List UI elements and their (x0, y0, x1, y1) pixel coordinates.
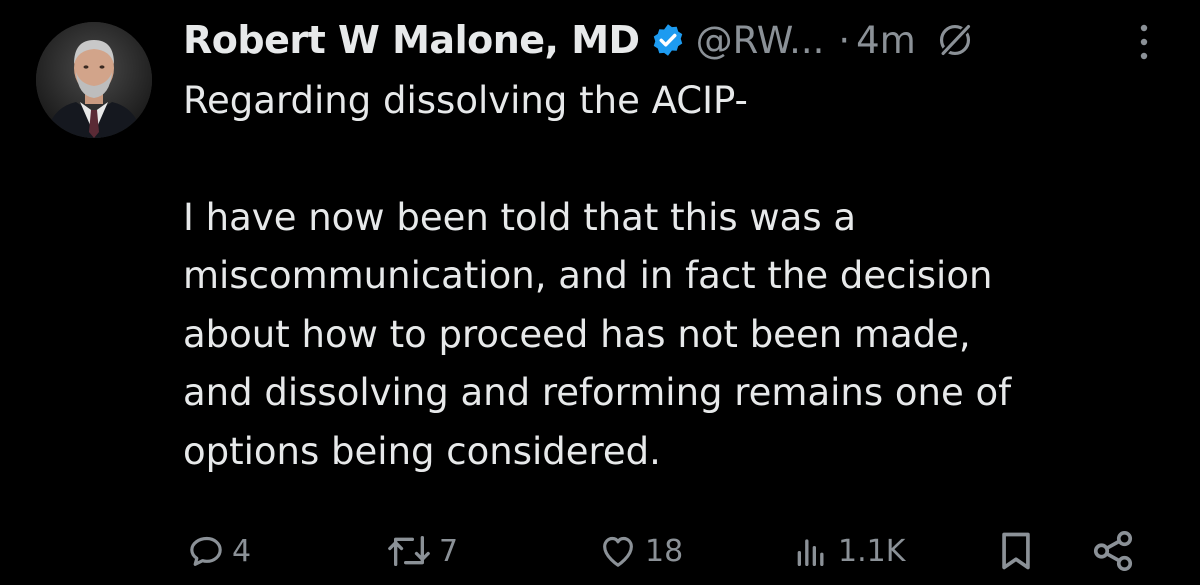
verified-badge-icon[interactable] (650, 22, 686, 58)
view-count: 1.1K (838, 533, 906, 569)
post-header: Robert W Malone, MD @RW... · 4m (183, 12, 974, 68)
share-icon (1093, 530, 1133, 572)
repost-button[interactable]: 7 (385, 524, 458, 578)
avatar-portrait (36, 22, 152, 138)
repost-icon (388, 536, 430, 566)
author-name[interactable]: Robert W Malone, MD (183, 18, 640, 62)
post-text-line: and dissolving and reforming remains one… (183, 371, 1012, 414)
reply-count: 4 (232, 533, 252, 569)
post-timestamp[interactable]: 4m (856, 19, 916, 62)
author-handle[interactable]: @RW... (696, 19, 825, 62)
views-button[interactable]: 1.1K (790, 524, 905, 578)
repost-count: 7 (439, 533, 459, 569)
share-button[interactable] (1090, 524, 1136, 578)
grok-icon[interactable] (936, 21, 974, 59)
post-text-line: about how to proceed has not been made, (183, 312, 971, 356)
views-icon (797, 539, 824, 566)
post-text-line: miscommunication, and in fact the decisi… (183, 254, 993, 297)
heart-icon (603, 536, 633, 567)
action-bar: 4 7 18 1.1K (0, 524, 1200, 578)
reply-button[interactable]: 4 (186, 524, 251, 578)
more-vertical-icon[interactable] (1124, 18, 1164, 66)
post-text-line: I have now been told that this was a (183, 195, 857, 239)
paragraph-break (183, 131, 1173, 189)
like-button[interactable]: 18 (597, 524, 683, 578)
separator-dot: · (838, 18, 851, 62)
like-count: 18 (645, 533, 684, 569)
bookmark-button[interactable] (997, 524, 1035, 578)
reply-icon (190, 536, 222, 566)
post-text: Regarding dissolving the ACIP- I have no… (183, 72, 1173, 481)
post-text-line: options being considered. (183, 429, 661, 473)
author-avatar[interactable] (36, 22, 152, 138)
post-text-line: Regarding dissolving the ACIP- (183, 79, 748, 122)
bookmark-icon (1002, 532, 1030, 570)
